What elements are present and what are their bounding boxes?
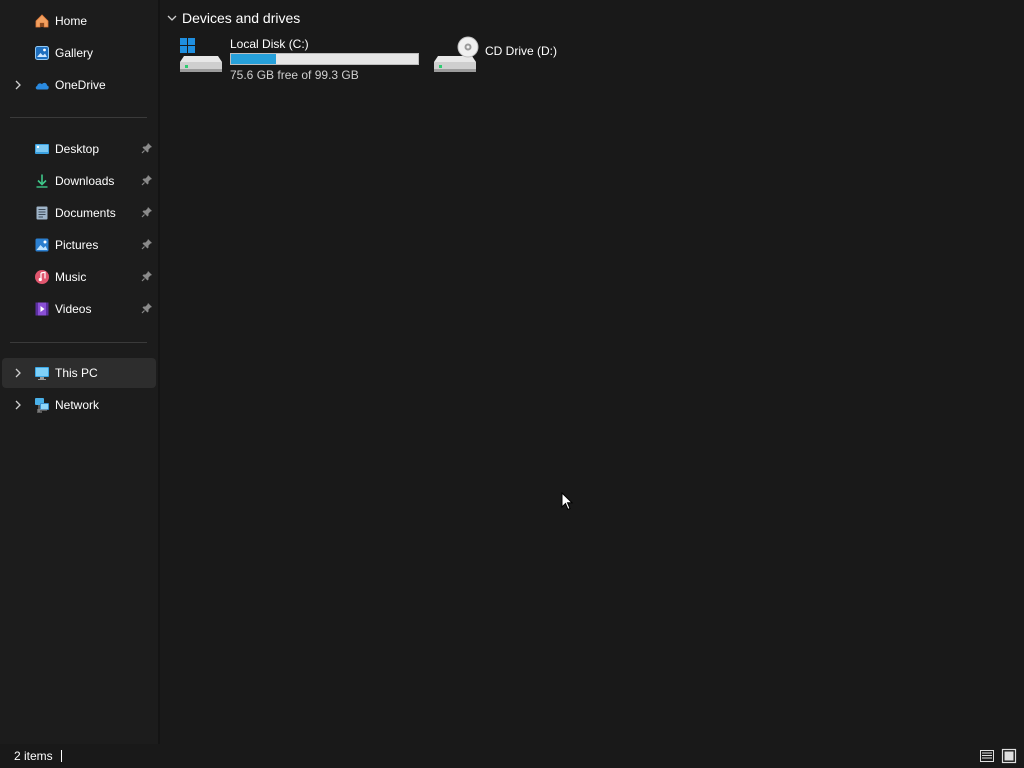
sidebar-item-downloads[interactable]: Downloads xyxy=(2,166,156,196)
drive-usage-fill xyxy=(231,54,276,64)
chevron-right-icon[interactable] xyxy=(12,367,24,379)
sidebar-item-network[interactable]: Network xyxy=(2,390,156,420)
pictures-icon xyxy=(35,238,49,252)
sidebar-item-documents[interactable]: Documents xyxy=(2,198,156,228)
sidebar-item-pictures[interactable]: Pictures xyxy=(2,230,156,260)
documents-icon xyxy=(36,206,48,220)
group-header-devices-and-drives[interactable]: Devices and drives xyxy=(166,10,300,26)
drive-label: Local Disk (C:) xyxy=(230,37,309,51)
drive-usage-bar xyxy=(230,53,419,65)
sidebar-item-label: Videos xyxy=(55,302,92,316)
sidebar-item-label: Pictures xyxy=(55,238,99,252)
item-count: 2 items xyxy=(14,749,53,763)
sidebar-item-label: Downloads xyxy=(55,174,115,188)
chevron-right-icon[interactable] xyxy=(12,79,24,91)
large-icons-view-icon[interactable] xyxy=(1001,748,1017,764)
sidebar-divider xyxy=(10,342,147,343)
sidebar-item-desktop[interactable]: Desktop xyxy=(2,134,156,164)
mouse-cursor-icon xyxy=(561,492,574,511)
local-disk-icon xyxy=(180,38,222,72)
status-bar: 2 items xyxy=(0,744,1024,768)
drive-local-disk-c[interactable]: Local Disk (C:) 75.6 GB free of 99.3 GB xyxy=(178,36,440,84)
sidebar-item-label: Gallery xyxy=(55,46,94,60)
gallery-icon xyxy=(35,46,49,60)
pin-icon[interactable] xyxy=(141,238,153,250)
sidebar-item-this-pc[interactable]: This PC xyxy=(2,358,156,388)
chevron-down-icon[interactable] xyxy=(166,12,178,24)
network-icon xyxy=(35,398,49,413)
pin-icon[interactable] xyxy=(141,206,153,218)
navigation-pane: Home Gallery OneDrive Desktop Downloads … xyxy=(0,0,158,744)
sidebar-item-label: This PC xyxy=(55,366,98,380)
sidebar-item-home[interactable]: Home xyxy=(2,6,156,36)
status-divider xyxy=(61,750,62,762)
drive-free-space: 75.6 GB free of 99.3 GB xyxy=(230,68,359,82)
cd-drive-icon xyxy=(434,36,479,72)
home-icon xyxy=(35,14,49,28)
sidebar-item-label: Desktop xyxy=(55,142,100,156)
sidebar-item-onedrive[interactable]: OneDrive xyxy=(2,70,156,100)
sidebar-item-videos[interactable]: Videos xyxy=(2,294,156,324)
sidebar-item-label: Music xyxy=(55,270,87,284)
content-pane: Devices and drives Local Disk (C:) 75.6 … xyxy=(160,0,1024,744)
downloads-icon xyxy=(36,174,48,188)
onedrive-icon xyxy=(35,82,49,90)
sidebar-item-label: Home xyxy=(55,14,88,28)
this-pc-icon xyxy=(35,367,49,380)
desktop-folder-icon xyxy=(35,144,49,154)
chevron-right-icon[interactable] xyxy=(12,399,24,411)
drive-label: CD Drive (D:) xyxy=(485,44,557,58)
music-icon xyxy=(35,270,49,284)
videos-icon xyxy=(35,302,49,316)
sidebar-item-label: Documents xyxy=(55,206,116,220)
pin-icon[interactable] xyxy=(141,270,153,282)
pin-icon[interactable] xyxy=(141,142,153,154)
drive-cd-d[interactable]: CD Drive (D:) xyxy=(432,36,592,76)
sidebar-item-music[interactable]: Music xyxy=(2,262,156,292)
pin-icon[interactable] xyxy=(141,302,153,314)
details-view-icon[interactable] xyxy=(979,748,995,764)
sidebar-divider xyxy=(10,117,147,118)
sidebar-item-label: Network xyxy=(55,398,100,412)
pin-icon[interactable] xyxy=(141,174,153,186)
sidebar-item-gallery[interactable]: Gallery xyxy=(2,38,156,68)
group-title: Devices and drives xyxy=(182,10,301,26)
sidebar-item-label: OneDrive xyxy=(55,78,106,92)
